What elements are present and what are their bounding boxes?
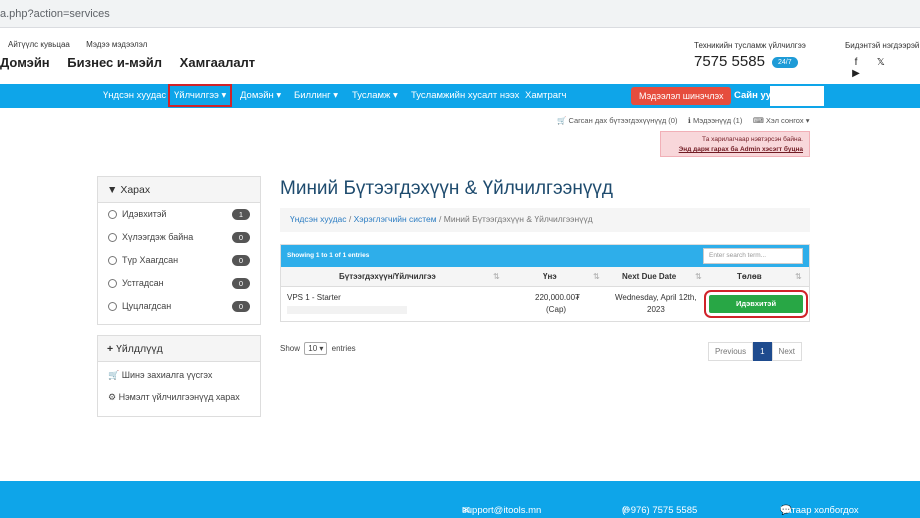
col-price[interactable]: Үнэ bbox=[543, 272, 557, 281]
breadcrumb-current: Миний Бүтээгдэхүүн & Үйлчилгээнүүд bbox=[443, 214, 593, 224]
alert-return-link[interactable]: Энд дарж гарах ба Admin хэсэгт буцна bbox=[679, 146, 803, 153]
sort-icon[interactable]: ⇅ bbox=[695, 272, 702, 281]
social-label: Бидэнтэй нэгдээрэй bbox=[845, 41, 920, 50]
support-label: Техникийн тусламж үйлчилгээ bbox=[694, 41, 806, 50]
url-text: a.php?action=services bbox=[0, 8, 110, 20]
info-icon: ℹ bbox=[688, 116, 691, 125]
length-label: Show bbox=[280, 344, 301, 353]
filter-panel-header: ▼ Харах bbox=[98, 177, 260, 203]
sidebar: ▼ Харах Идэвхитэй 1 Хүлээгдэж байна 0 Түр … bbox=[97, 176, 261, 427]
radio-icon bbox=[108, 256, 117, 266]
table-toolbar: Showing 1 to 1 of 1 entries Enter search… bbox=[281, 245, 809, 267]
nav-services[interactable]: Үйлчилгээ ▾ bbox=[167, 84, 233, 107]
actions-panel: + Үйлдлүүд 🛒 Шинэ захиалга үүсгэх ⚙ Нэмэ… bbox=[97, 335, 261, 417]
radio-icon bbox=[108, 302, 117, 312]
topnav-business-email[interactable]: Бизнес и-мэйл bbox=[67, 55, 162, 70]
topnav-security[interactable]: Хамгаалалт bbox=[180, 55, 256, 70]
main-content: Миний Бүтээгдэхүүн & Үйлчилгээнүүд Үндсэ… bbox=[280, 178, 810, 362]
nav-open-ticket[interactable]: Тусламжийн хусалт нээх bbox=[411, 90, 519, 101]
breadcrumb-home[interactable]: Үндсэн хуудас bbox=[290, 214, 347, 224]
count-badge: 0 bbox=[231, 301, 250, 312]
row-product[interactable]: VPS 1 - Starter bbox=[287, 293, 341, 302]
topnav-domain[interactable]: Домэйн bbox=[0, 55, 50, 70]
radio-icon bbox=[108, 279, 117, 289]
update-info-button[interactable]: Мэдээлэл шинэчлэх bbox=[631, 87, 732, 105]
filter-active[interactable]: Идэвхитэй 1 bbox=[98, 203, 260, 226]
row-due-date: Wednesday, April 12th, bbox=[615, 293, 697, 302]
greeting-text: Сайн уу, bbox=[734, 90, 773, 101]
plus-icon: + bbox=[107, 343, 114, 355]
main-navbar: Үндсэн хуудас Үйлчилгээ ▾ Домэйн ▾ Билли… bbox=[0, 84, 920, 108]
services-table: Showing 1 to 1 of 1 entries Enter search… bbox=[280, 244, 810, 322]
actions-panel-header: + Үйлдлүүд bbox=[98, 336, 260, 362]
nav-home[interactable]: Үндсэн хуудас bbox=[103, 90, 166, 101]
action-addons[interactable]: ⚙ Нэмэлт үйлчилгээнүүд харах bbox=[98, 386, 260, 416]
length-select[interactable]: 10 ▾ bbox=[304, 342, 328, 355]
radio-icon bbox=[108, 210, 117, 220]
filter-panel: ▼ Харах Идэвхитэй 1 Хүлээгдэж байна 0 Түр … bbox=[97, 176, 261, 325]
support-phone[interactable]: 7575 5585 bbox=[694, 53, 765, 70]
pager-next[interactable]: Next bbox=[771, 342, 802, 361]
breadcrumb: Үндсэн хуудас / Хэрэглэгчийн систем / Ми… bbox=[280, 208, 810, 232]
table-footer: Show 10 ▾ entries Previous 1 Next bbox=[280, 342, 810, 362]
row-price: 220,000.00₮ bbox=[535, 293, 580, 302]
toplink-invest[interactable]: Айтүүлс кувьцаа bbox=[8, 40, 70, 49]
filter-pending[interactable]: Хүлээгдэж байна 0 bbox=[98, 226, 260, 249]
support-badge: 24/7 bbox=[772, 57, 798, 68]
admin-alert: Та харилагчаар нэвтэрсэн байна. Энд дарж… bbox=[660, 131, 810, 157]
row-cycle: (Сар) bbox=[546, 305, 567, 314]
social-block: Бидэнтэй нэгдээрэй f 𝕏 ▶ bbox=[845, 41, 920, 79]
nav-domain[interactable]: Домэйн ▾ bbox=[240, 90, 281, 101]
cart-icon: 🛒 bbox=[108, 370, 120, 380]
count-badge: 0 bbox=[231, 232, 250, 243]
length-suffix: entries bbox=[331, 344, 356, 353]
nav-billing[interactable]: Биллинг ▾ bbox=[294, 90, 338, 101]
twitter-icon[interactable]: 𝕏 bbox=[870, 57, 892, 68]
toplink-news[interactable]: Мэдээ мэдээлэл bbox=[86, 40, 147, 49]
table-header: Бүтээгдэхүүн/Үйлчилгээ ⇅ Үнэ ⇅ Next Due … bbox=[281, 267, 809, 287]
count-badge: 1 bbox=[231, 209, 250, 220]
filter-suspended[interactable]: Түр Хаагдсан 0 bbox=[98, 249, 260, 272]
pager-page-1[interactable]: 1 bbox=[753, 342, 772, 361]
support-block: Техникийн тусламж үйлчилгээ 7575 5585 24… bbox=[694, 41, 806, 70]
alert-text: Та харилагчаар нэвтэрсэн байна. bbox=[702, 136, 803, 143]
language-select[interactable]: ⌨ Хэл сонгох ▾ bbox=[753, 116, 809, 125]
notifications-link[interactable]: ℹ Мэдээнүүд (1) bbox=[688, 116, 742, 125]
language-icon: ⌨ bbox=[753, 116, 764, 125]
row-due-year: 2023 bbox=[647, 305, 665, 314]
sort-icon[interactable]: ⇅ bbox=[593, 272, 600, 281]
sort-icon[interactable]: ⇅ bbox=[493, 272, 500, 281]
filter-terminated[interactable]: Устгадсан 0 bbox=[98, 272, 260, 295]
top-header: Айтүүлс кувьцаа Мэдээ мэдээлэл Домэйн Би… bbox=[0, 28, 920, 84]
table-row[interactable]: VPS 1 - Starter 220,000.00₮ (Сар) Wednes… bbox=[281, 287, 809, 321]
cubes-icon: ⚙ bbox=[108, 392, 117, 402]
col-due-date[interactable]: Next Due Date bbox=[622, 272, 676, 281]
action-new-order[interactable]: 🛒 Шинэ захиалга үүсгэх bbox=[98, 362, 260, 386]
count-badge: 0 bbox=[231, 278, 250, 289]
sort-icon[interactable]: ⇅ bbox=[795, 272, 802, 281]
pager-previous[interactable]: Previous bbox=[707, 342, 754, 361]
row-domain-redacted bbox=[287, 306, 407, 314]
page-title: Миний Бүтээгдэхүүн & Үйлчилгээнүүд bbox=[280, 178, 613, 199]
breadcrumb-client-area[interactable]: Хэрэглэгчийн систем bbox=[354, 214, 437, 224]
youtube-icon[interactable]: ▶ bbox=[845, 68, 867, 79]
nav-help[interactable]: Тусламж ▾ bbox=[352, 90, 398, 101]
filter-cancelled[interactable]: Цуцлагдсан 0 bbox=[98, 295, 260, 318]
entries-info: Showing 1 to 1 of 1 entries bbox=[287, 252, 370, 259]
table-search-input[interactable]: Enter search term... bbox=[703, 248, 803, 264]
count-badge: 0 bbox=[231, 255, 250, 266]
status-badge[interactable]: Идэвхитэй bbox=[704, 290, 808, 318]
filter-icon: ▼ bbox=[107, 184, 118, 196]
cart-icon: 🛒 bbox=[557, 116, 567, 125]
col-product[interactable]: Бүтээгдэхүүн/Үйлчилгээ bbox=[339, 272, 436, 281]
footer: ✉ support@itools.mn ✆ (+976) 7575 5585 💬… bbox=[0, 481, 920, 518]
radio-icon bbox=[108, 233, 117, 243]
pagination: Previous 1 Next bbox=[707, 342, 802, 361]
facebook-icon[interactable]: f bbox=[845, 57, 867, 68]
col-status[interactable]: Төлөв bbox=[737, 272, 762, 281]
browser-url-bar[interactable]: a.php?action=services bbox=[0, 0, 920, 28]
cart-link[interactable]: 🛒 Сагсан дах бүтээгдэхүүнүүд (0) bbox=[557, 116, 677, 125]
username-redacted bbox=[770, 86, 824, 106]
nav-partner[interactable]: Хамтрагч bbox=[525, 90, 566, 101]
